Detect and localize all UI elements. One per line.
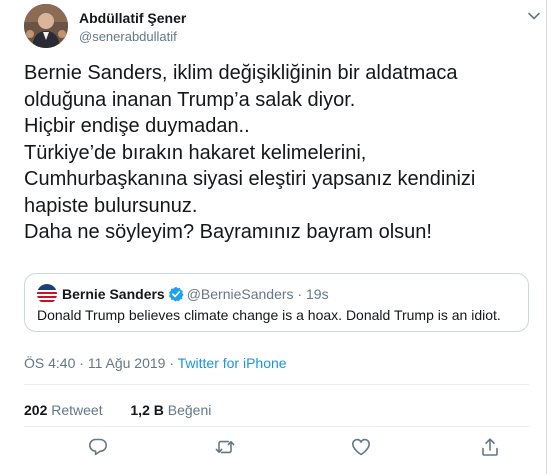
tweet-actions	[24, 436, 529, 462]
tweet-header: Abdüllatif Şener @senerabdullatif	[24, 4, 544, 48]
quoted-tweet-text: Donald Trump believes climate change is …	[37, 307, 501, 323]
meta-separator: ·	[79, 355, 84, 371]
share-icon[interactable]	[479, 436, 501, 458]
tweet-date[interactable]: 11 Ağu 2019	[88, 355, 166, 371]
heart-icon[interactable]	[350, 436, 372, 458]
author-names: Abdüllatif Şener @senerabdullatif	[79, 10, 186, 45]
likes-count: 1,2 B	[130, 402, 164, 418]
divider	[24, 384, 529, 385]
chevron-down-icon[interactable]	[526, 8, 542, 24]
tweet-time[interactable]: ÖS 4:40	[24, 355, 75, 371]
divider	[24, 426, 529, 427]
quoted-tweet[interactable]: Bernie Sanders @BernieSanders · 19s Donal…	[24, 273, 529, 332]
author-avatar[interactable]	[24, 4, 68, 48]
likes-stat[interactable]: 1,2 B Beğeni	[130, 402, 211, 418]
verified-badge-icon	[168, 286, 184, 302]
author-handle[interactable]: @senerabdullatif	[79, 28, 186, 45]
quoted-author-avatar	[37, 284, 57, 304]
quoted-author-name: Bernie Sanders	[62, 286, 165, 302]
tweet-meta: ÖS 4:40 · 11 Ağu 2019 · Twitter for iPho…	[24, 355, 287, 372]
likes-label: Beğeni	[167, 402, 212, 418]
quoted-author-handle: @BernieSanders	[186, 286, 294, 302]
retweet-icon[interactable]	[214, 436, 236, 458]
retweets-count: 202	[24, 402, 48, 418]
retweets-stat[interactable]: 202 Retweet	[24, 402, 103, 418]
quoted-tweet-header: Bernie Sanders @BernieSanders · 19s	[62, 286, 329, 303]
reply-icon[interactable]	[87, 436, 109, 458]
retweets-label: Retweet	[51, 402, 103, 418]
quoted-separator: ·	[297, 286, 303, 302]
card-border	[546, 0, 547, 474]
quoted-time: 19s	[306, 286, 329, 302]
tweet-card: Abdüllatif Şener @senerabdullatif Bernie…	[0, 0, 556, 474]
tweet-text: Bernie Sanders, iklim değişikliğinin bir…	[24, 62, 476, 243]
tweet-stats: 202 Retweet 1,2 B Beğeni	[24, 402, 211, 419]
tweet-source-link[interactable]: Twitter for iPhone	[178, 355, 287, 371]
author-display-name[interactable]: Abdüllatif Şener	[79, 10, 186, 27]
meta-separator: ·	[169, 355, 174, 371]
